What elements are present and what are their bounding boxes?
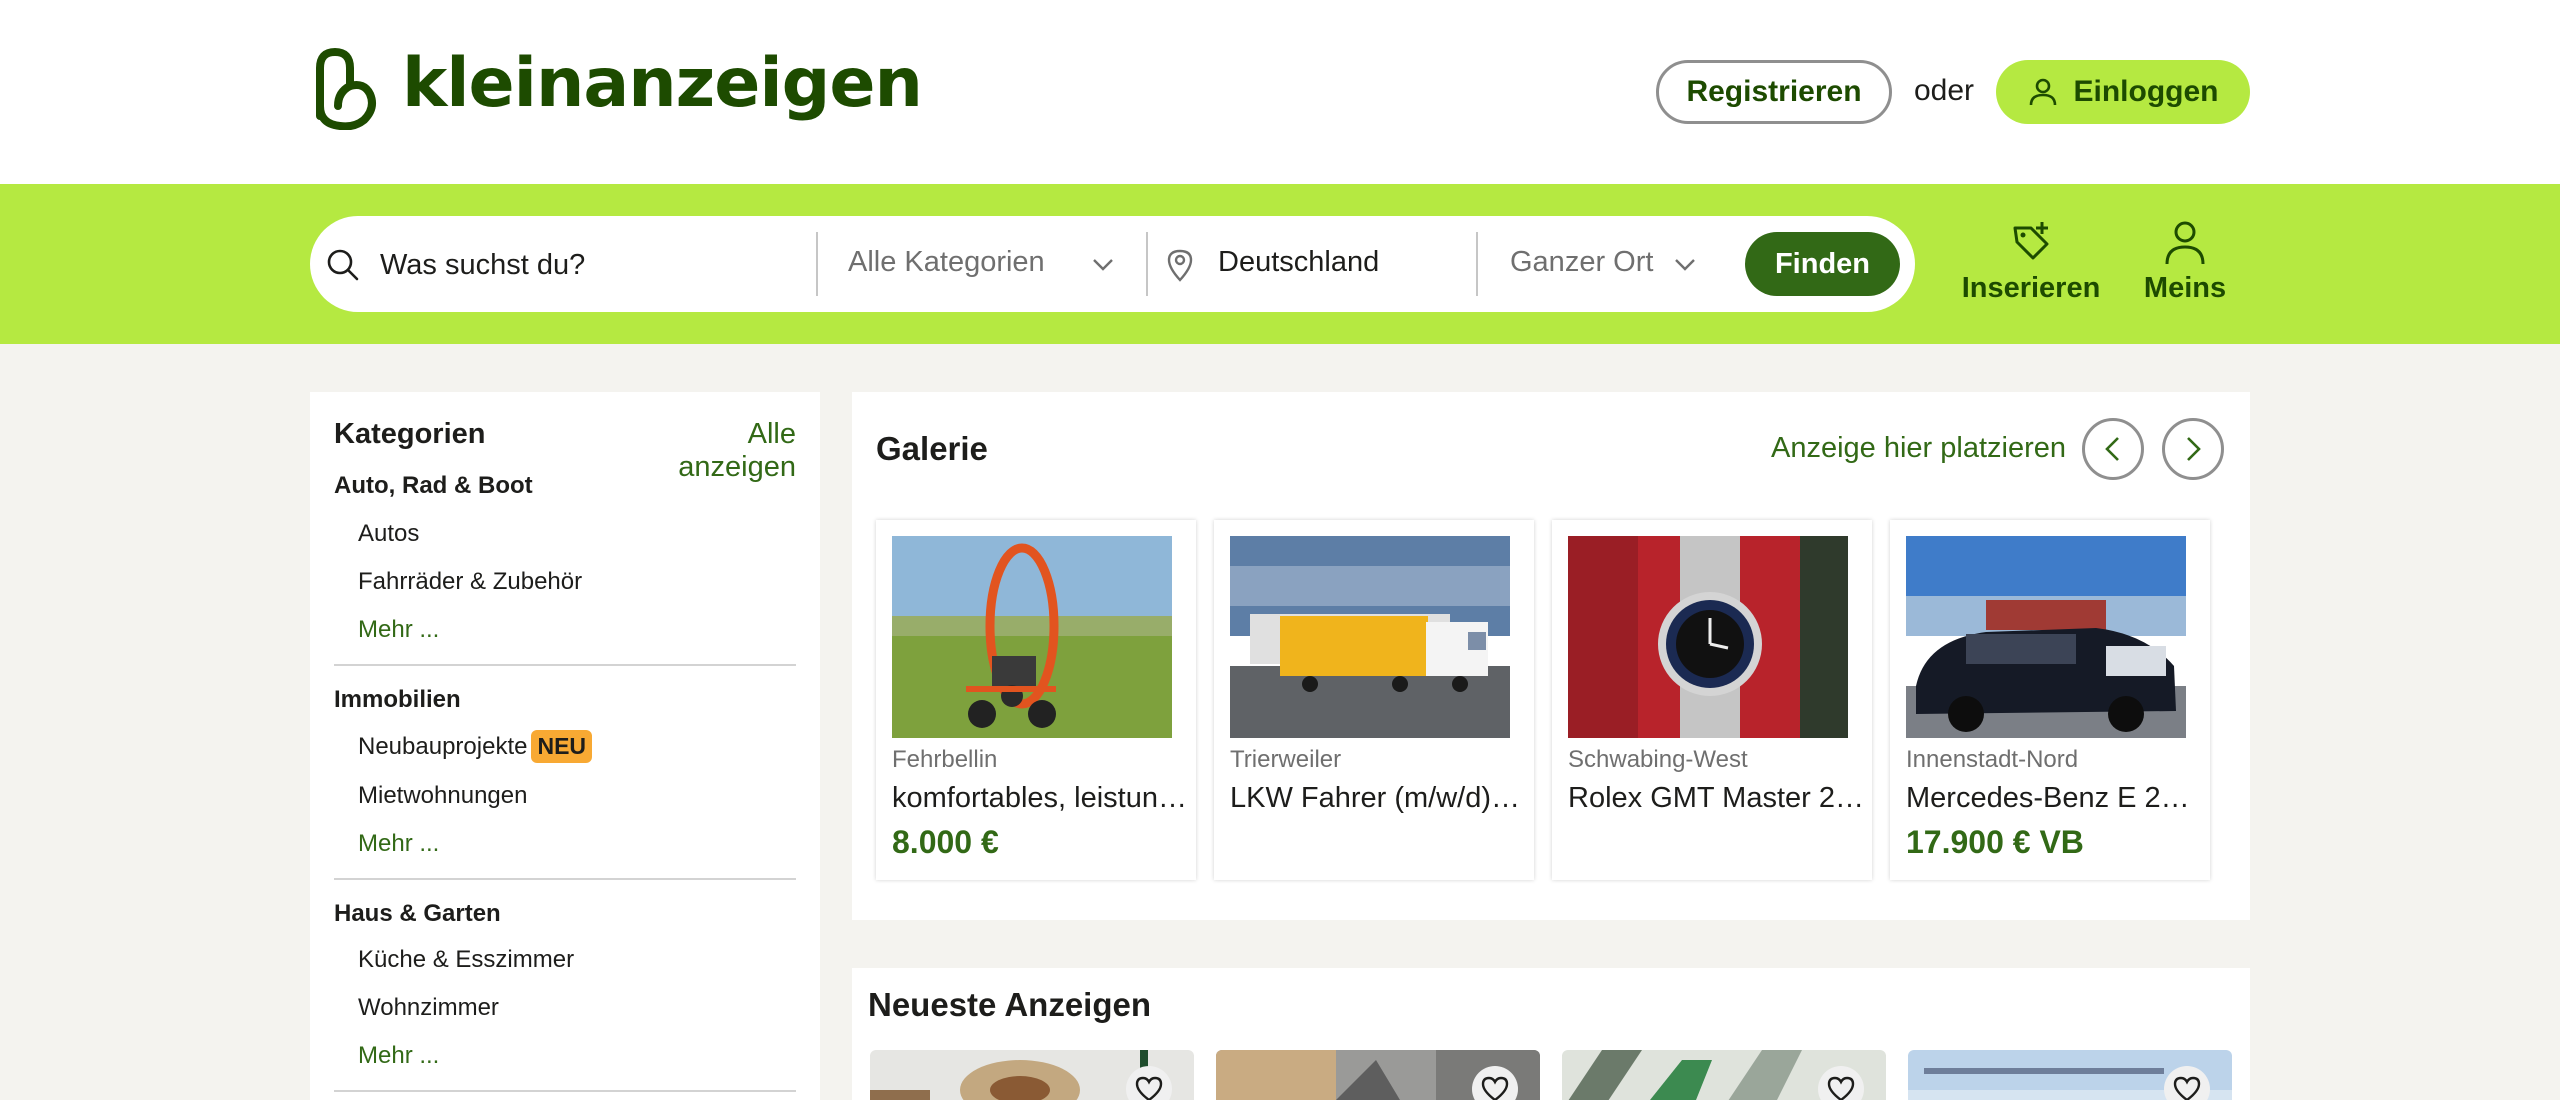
heart-icon [1481, 1076, 1509, 1100]
listing-image [1568, 536, 1848, 738]
sidebar-item-label: Neubauprojekte [358, 732, 528, 760]
listing-price: 8.000 € [892, 824, 999, 860]
sidebar-divider [334, 1090, 796, 1092]
listing-location: Innenstadt-Nord [1906, 746, 2079, 773]
post-ad-button[interactable]: Inserieren [1962, 220, 2100, 305]
category-immobilien[interactable]: Immobilien [334, 686, 461, 714]
post-ad-label: Inserieren [1961, 272, 2101, 304]
login-button[interactable]: Einloggen [1996, 60, 2250, 124]
chevron-down-icon[interactable] [1674, 258, 1696, 272]
user-icon [2029, 78, 2056, 106]
listing-image [1230, 536, 1510, 738]
listing-location: Fehrbellin [892, 746, 998, 773]
sidebar-item-mietwohnungen[interactable]: Mietwohnungen [358, 782, 527, 810]
search-divider [1476, 232, 1478, 296]
listing-image [1906, 536, 2186, 738]
sidebar-divider [334, 878, 796, 880]
logo[interactable]: kleinanzeigen [308, 43, 923, 130]
sidebar-item-fahrraeder[interactable]: Fahrräder & Zubehör [358, 568, 582, 596]
gallery-title: Galerie [876, 430, 988, 467]
new-badge: NEU [531, 730, 593, 763]
gallery-card[interactable]: Trierweiler LKW Fahrer (m/w/d) gesucht [1214, 520, 1534, 880]
search-divider [816, 232, 818, 296]
my-account-button[interactable]: Meins [2140, 220, 2230, 305]
radius-select[interactable]: Ganzer Ort [1510, 246, 1653, 279]
location-input[interactable]: Deutschland [1218, 246, 1379, 279]
sidebar-title: Kategorien [334, 418, 486, 450]
or-label: oder [1914, 74, 1975, 107]
heart-icon [1135, 1076, 1163, 1100]
gallery-card[interactable]: Fehrbellin komfortables, leistungsstarke… [876, 520, 1196, 880]
gallery-prev-button[interactable] [2082, 418, 2144, 480]
gallery-card[interactable]: Innenstadt-Nord Mercedes-Benz E 220 d 17… [1890, 520, 2210, 880]
gallery-card[interactable]: Schwabing-West Rolex GMT Master 2 Pepsi [1552, 520, 1872, 880]
gallery-next-button[interactable] [2162, 418, 2224, 480]
listing-card[interactable] [1908, 1050, 2232, 1100]
sidebar-item-kueche[interactable]: Küche & Esszimmer [358, 946, 574, 974]
chevron-right-icon [2187, 437, 2201, 461]
sidebar-item-label: Autos [358, 520, 420, 547]
heart-icon [2173, 1076, 2201, 1100]
more-link[interactable]: Mehr ... [358, 1042, 439, 1070]
place-ad-link[interactable]: Anzeige hier platzieren [1720, 432, 2066, 465]
sidebar-item-autos[interactable]: Autos [358, 520, 419, 548]
more-link[interactable]: Mehr ... [358, 830, 439, 858]
chevron-left-icon [2105, 437, 2119, 461]
listing-card[interactable] [870, 1050, 1194, 1100]
logo-icon [316, 47, 376, 130]
category-auto-rad-boot[interactable]: Auto, Rad & Boot [334, 472, 533, 500]
login-label: Einloggen [2073, 75, 2219, 108]
sidebar-item-label: Wohnzimmer [358, 994, 499, 1021]
newest-listings-title: Neueste Anzeigen [868, 986, 1152, 1023]
listing-image [892, 536, 1172, 738]
user-icon [2165, 221, 2205, 265]
listing-title: Rolex GMT Master 2 Pepsi [1568, 782, 1864, 814]
sidebar-item-label: Küche & Esszimmer [358, 946, 575, 973]
category-select[interactable]: Alle Kategorien [848, 246, 1045, 279]
heart-icon [1827, 1076, 1855, 1100]
listing-card[interactable] [1562, 1050, 1886, 1100]
search-divider [1146, 232, 1148, 296]
search-input[interactable] [380, 240, 800, 290]
listing-location: Schwabing-West [1568, 746, 1748, 773]
tag-plus-icon [2013, 222, 2049, 260]
chevron-down-icon[interactable] [1092, 258, 1114, 272]
sidebar-item-wohnzimmer[interactable]: Wohnzimmer [358, 994, 499, 1022]
show-all-categories-link[interactable]: Alle anzeigen [630, 418, 796, 484]
register-button[interactable]: Registrieren [1656, 60, 1892, 124]
sidebar-divider [334, 664, 796, 666]
category-haus-garten[interactable]: Haus & Garten [334, 900, 501, 928]
sidebar-item-neubauprojekte[interactable]: Neubauprojekte NEU [358, 730, 593, 763]
location-pin-icon [1167, 249, 1193, 282]
listing-title: LKW Fahrer (m/w/d) gesucht [1230, 782, 1526, 814]
search-icon [327, 249, 359, 281]
sidebar-item-label: Fahrräder & Zubehör [358, 568, 583, 595]
listing-card[interactable] [1216, 1050, 1540, 1100]
listing-title: komfortables, leistungsstarkes Paratrike [892, 782, 1188, 814]
logo-text: kleinanzeigen [402, 43, 923, 123]
listing-location: Trierweiler [1230, 746, 1342, 773]
my-account-label: Meins [2143, 272, 2227, 304]
listing-price: 17.900 € VB [1906, 824, 2084, 860]
find-button[interactable]: Finden [1745, 232, 1900, 296]
more-link[interactable]: Mehr ... [358, 616, 439, 644]
sidebar-item-label: Mietwohnungen [358, 782, 528, 809]
listing-title: Mercedes-Benz E 220 d [1906, 782, 2202, 814]
